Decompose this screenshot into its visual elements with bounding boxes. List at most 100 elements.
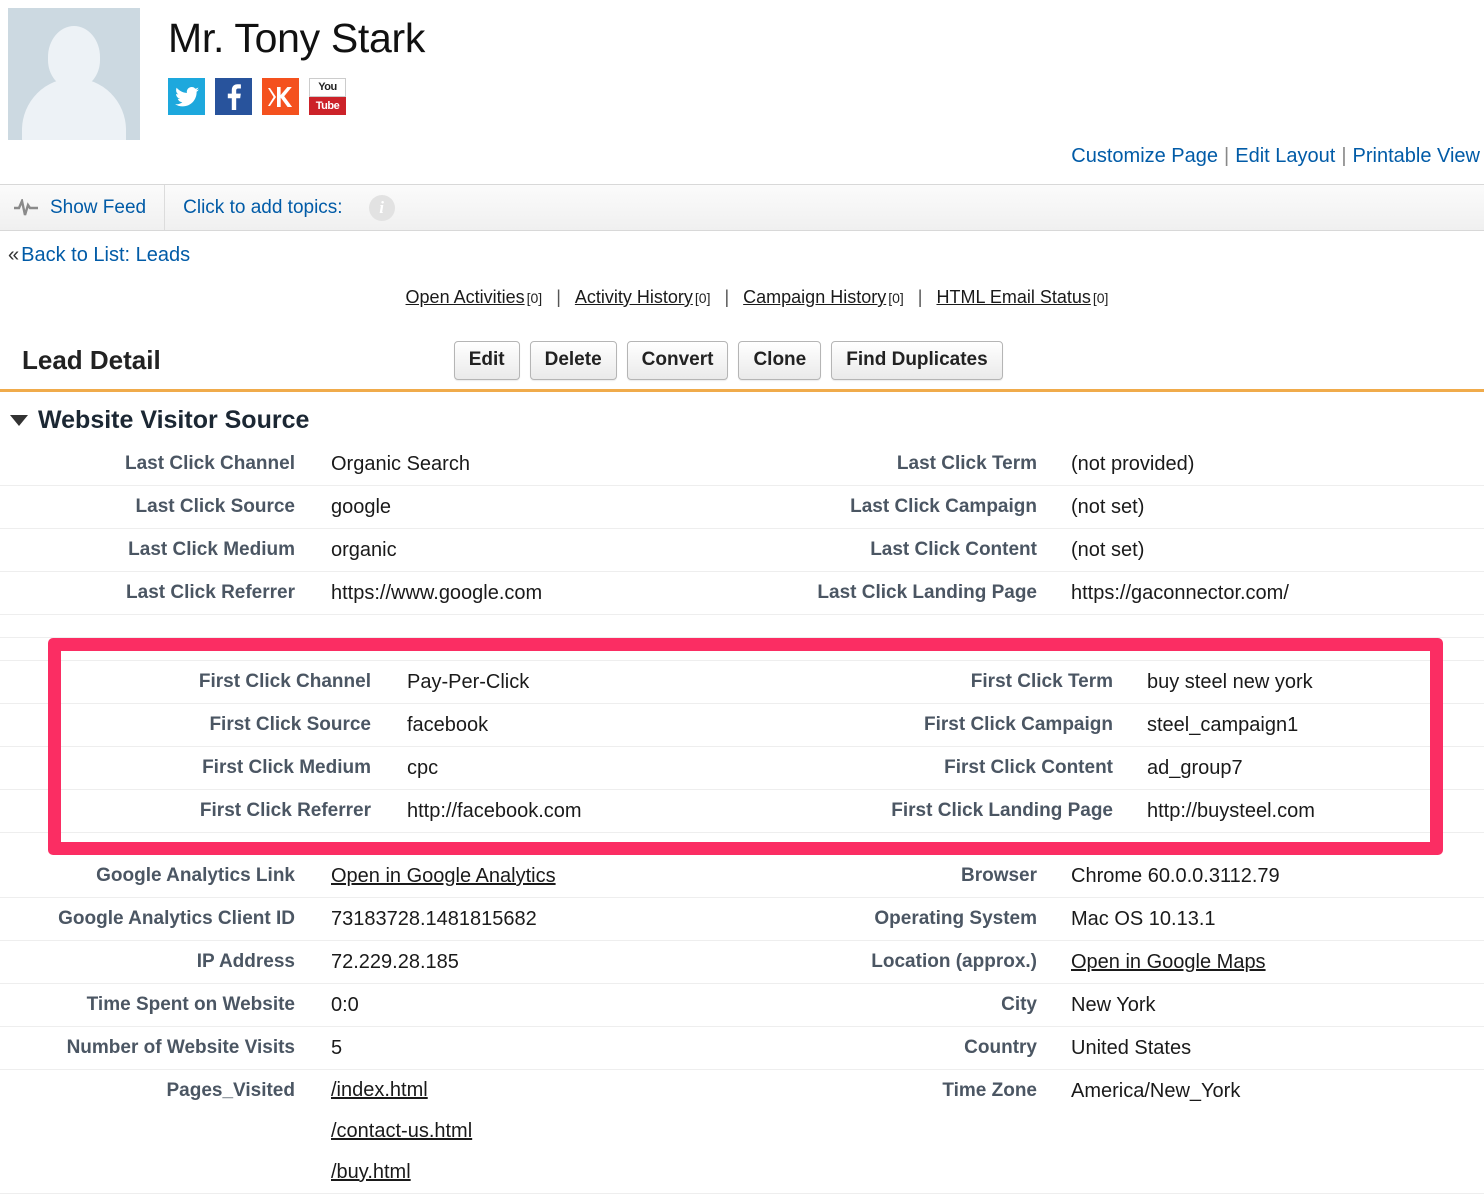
- field-label: Operating System: [874, 908, 1037, 929]
- lead-detail-bar: Lead Detail Edit Delete Convert Clone Fi…: [0, 334, 1484, 386]
- section-title: Website Visitor Source: [38, 406, 310, 434]
- spacer-cell: [742, 833, 1113, 856]
- delete-button[interactable]: Delete: [529, 340, 617, 380]
- spacer-cell: [371, 638, 742, 661]
- twitter-icon[interactable]: [168, 78, 205, 115]
- field-label: First Click Referrer: [199, 800, 371, 821]
- table-row: Last Click Channel Organic Search Last C…: [0, 443, 1484, 486]
- field-value: 73183728.1481815682: [331, 908, 537, 930]
- table-row: Number of Website Visits 5 Country Unite…: [0, 1027, 1484, 1070]
- html-email-status-count: [0]: [1092, 290, 1109, 306]
- spacer-cell: [1113, 833, 1484, 856]
- table-spacer-row: [0, 615, 1484, 638]
- field-value: America/New_York: [1071, 1080, 1241, 1102]
- find-duplicates-button[interactable]: Find Duplicates: [831, 340, 1003, 380]
- field-label: Location (approx.): [871, 951, 1037, 972]
- table-row: IP Address 72.229.28.185 Location (appro…: [0, 941, 1484, 984]
- table-row: Last Click Source google Last Click Camp…: [0, 486, 1484, 529]
- field-value: Open in Google Maps: [1037, 941, 1484, 984]
- collapse-triangle-icon[interactable]: [10, 415, 28, 426]
- spacer-cell: [371, 833, 742, 856]
- back-to-list-link[interactable]: Back to List: Leads: [21, 244, 190, 266]
- info-icon[interactable]: i: [368, 194, 395, 221]
- back-chevron-icon: «: [8, 244, 20, 266]
- open-in-google-analytics-link[interactable]: Open in Google Analytics: [331, 865, 556, 887]
- field-value: facebook: [407, 714, 489, 736]
- table-row: Last Click Referrer https://www.google.c…: [0, 572, 1484, 615]
- page-link[interactable]: /index.html: [331, 1070, 742, 1111]
- page-link[interactable]: /buy.html: [331, 1152, 742, 1193]
- spacer-cell: [0, 833, 371, 856]
- table-row: First Click Referrer http://facebook.com…: [0, 790, 1484, 833]
- field-label: Last Click Channel: [125, 453, 295, 474]
- table-row: First Click Source facebook First Click …: [0, 704, 1484, 747]
- field-value: https://gaconnector.com/: [1071, 582, 1289, 604]
- field-value: cpc: [407, 757, 439, 779]
- spacer-cell: [1037, 615, 1484, 638]
- field-value: https://www.google.com: [331, 582, 543, 604]
- customize-page-link[interactable]: Customize Page: [1071, 145, 1218, 167]
- analytics-fields-table: Google Analytics Link Open in Google Ana…: [0, 855, 1484, 1194]
- field-value: 5: [331, 1037, 343, 1059]
- klout-icon[interactable]: [262, 78, 299, 115]
- related-list-nav: Open Activities [0] | Activity History [0] | C…: [0, 287, 1484, 308]
- field-value: buy steel new york: [1147, 671, 1313, 693]
- field-label: First Click Medium: [202, 757, 371, 778]
- field-label: Last Click Landing Page: [817, 582, 1037, 603]
- edit-layout-link[interactable]: Edit Layout: [1235, 145, 1335, 167]
- table-row: First Click Medium cpc First Click Conte…: [0, 747, 1484, 790]
- field-value: google: [331, 496, 392, 518]
- first-click-fields-table: First Click Channel Pay-Per-Click First …: [0, 638, 1484, 855]
- field-label: Country: [964, 1037, 1037, 1058]
- field-value: 0:0: [331, 994, 359, 1016]
- youtube-icon[interactable]: You Tube: [309, 78, 346, 115]
- open-activities-link[interactable]: Open Activities: [406, 287, 525, 307]
- field-value: http://buysteel.com: [1147, 800, 1315, 822]
- field-value: steel_campaign1: [1147, 714, 1299, 736]
- field-value: ad_group7: [1147, 757, 1243, 779]
- field-label: Last Click Content: [870, 539, 1037, 560]
- field-label: Google Analytics Client ID: [58, 908, 295, 929]
- page-title: Mr. Tony Stark: [168, 15, 426, 61]
- field-label: City: [1001, 994, 1037, 1015]
- avatar-body-shape: [22, 78, 126, 140]
- field-value: Chrome 60.0.0.3112.79: [1071, 865, 1280, 887]
- spacer-cell: [742, 638, 1113, 661]
- printable-view-link[interactable]: Printable View: [1353, 145, 1480, 167]
- field-label: Number of Website Visits: [66, 1037, 295, 1058]
- campaign-history-link[interactable]: Campaign History: [743, 287, 886, 307]
- field-label: Last Click Campaign: [850, 496, 1037, 517]
- open-in-google-maps-link[interactable]: Open in Google Maps: [1071, 951, 1266, 973]
- breadcrumb: «Back to List: Leads: [0, 231, 1484, 267]
- field-value: Mac OS 10.13.1: [1071, 908, 1216, 930]
- field-value: (not set): [1071, 496, 1145, 518]
- field-value: Organic Search: [331, 453, 470, 475]
- spacer-cell: [1113, 638, 1484, 661]
- field-label: Last Click Term: [896, 453, 1037, 474]
- edit-button[interactable]: Edit: [453, 340, 520, 380]
- spacer-cell: [0, 615, 295, 638]
- convert-button[interactable]: Convert: [626, 340, 729, 380]
- activity-history-link[interactable]: Activity History: [575, 287, 693, 307]
- table-row: Google Analytics Link Open in Google Ana…: [0, 855, 1484, 898]
- avatar: [8, 8, 140, 140]
- show-feed-label: Show Feed: [50, 196, 147, 218]
- youtube-icon-line1: You: [309, 78, 346, 97]
- spacer-cell: [295, 615, 742, 638]
- html-email-status-link[interactable]: HTML Email Status: [936, 287, 1090, 307]
- field-label: Time Zone: [942, 1080, 1037, 1101]
- page-action-links: Customize Page | Edit Layout | Printable Vie…: [0, 144, 1484, 168]
- field-label: Last Click Source: [135, 496, 295, 517]
- header-text-block: Mr. Tony Stark You Tube: [168, 8, 425, 115]
- facebook-icon[interactable]: [215, 78, 252, 115]
- page-link[interactable]: /contact-us.html: [331, 1111, 742, 1152]
- add-topics-link[interactable]: Click to add topics:: [183, 197, 342, 219]
- field-label: Browser: [960, 865, 1037, 886]
- table-spacer-row: [0, 638, 1484, 661]
- show-feed-button[interactable]: Show Feed: [0, 185, 166, 230]
- field-label: Last Click Referrer: [126, 582, 295, 603]
- clone-button[interactable]: Clone: [738, 340, 822, 380]
- field-value: (not set): [1071, 539, 1145, 561]
- field-value: Pay-Per-Click: [407, 671, 530, 693]
- field-label: IP Address: [196, 951, 295, 972]
